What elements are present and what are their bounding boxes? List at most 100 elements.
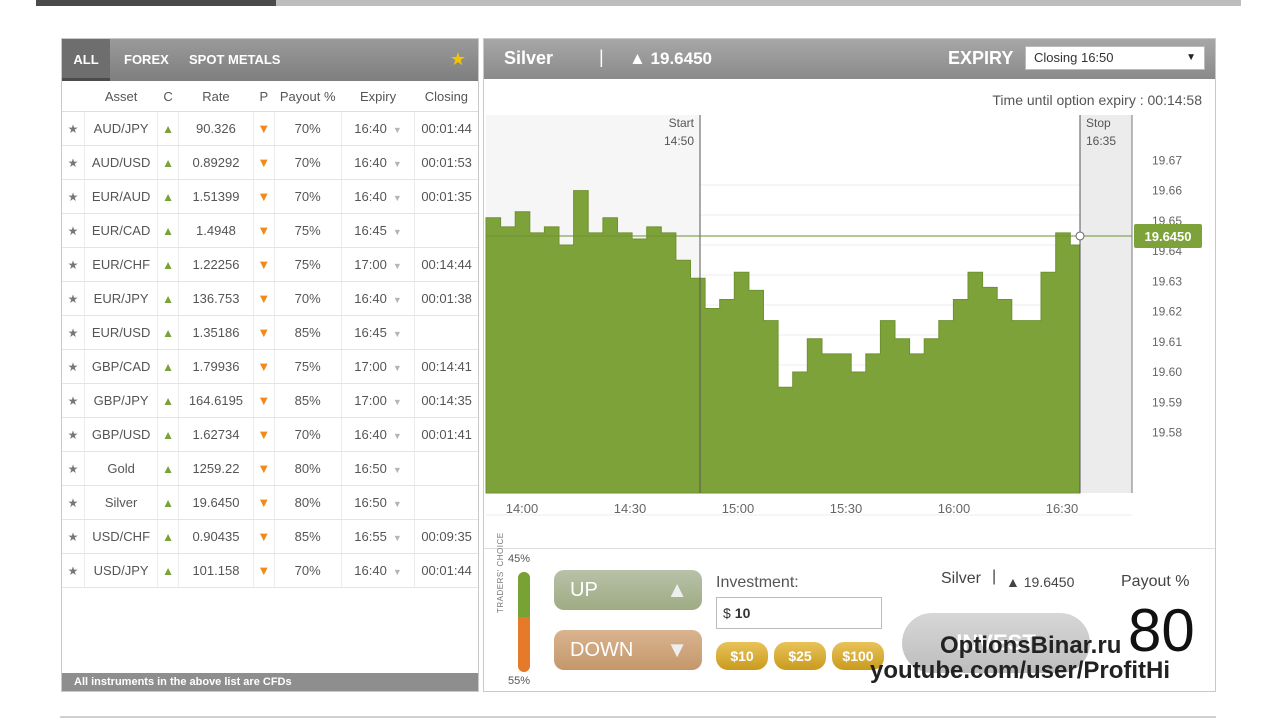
table-row[interactable]: ★ GBP/CAD ▲ 1.79936 ▼ 75% 17:00 ▼ 00:14:41 <box>62 349 478 384</box>
row-rate: 1.51399 <box>178 179 255 214</box>
row-expiry-select[interactable]: 16:40 ▼ <box>341 179 416 214</box>
down-button[interactable]: DOWN ▼ <box>554 630 702 670</box>
row-call-button[interactable]: ▲ <box>157 111 179 146</box>
table-row[interactable]: ★ GBP/USD ▲ 1.62734 ▼ 70% 16:40 ▼ 00:01:41 <box>62 417 478 452</box>
row-expiry-select[interactable]: 16:50 ▼ <box>341 451 416 486</box>
row-call-button[interactable]: ▲ <box>157 451 179 486</box>
triangle-up-icon: ▲ <box>162 462 174 476</box>
row-put-button[interactable]: ▼ <box>253 383 275 418</box>
chevron-down-icon: ▼ <box>392 125 402 135</box>
row-put-button[interactable]: ▼ <box>253 179 275 214</box>
row-expiry-select[interactable]: 16:45 ▼ <box>341 315 416 350</box>
table-row[interactable]: ★ USD/JPY ▲ 101.158 ▼ 70% 16:40 ▼ 00:01:44 <box>62 553 478 588</box>
row-payout: 70% <box>274 553 342 588</box>
row-put-button[interactable]: ▼ <box>253 451 275 486</box>
row-favorite-star-icon[interactable]: ★ <box>62 213 85 248</box>
favorites-star-icon[interactable]: ★ <box>450 49 466 70</box>
table-row[interactable]: ★ GBP/JPY ▲ 164.6195 ▼ 85% 17:00 ▼ 00:14:35 <box>62 383 478 418</box>
investment-input[interactable]: $10 <box>716 597 882 629</box>
row-expiry-select[interactable]: 17:00 ▼ <box>341 349 416 384</box>
row-call-button[interactable]: ▲ <box>157 485 179 520</box>
table-row[interactable]: ★ EUR/USD ▲ 1.35186 ▼ 85% 16:45 ▼ <box>62 315 478 350</box>
row-put-button[interactable]: ▼ <box>253 247 275 282</box>
row-put-button[interactable]: ▼ <box>253 315 275 350</box>
table-row[interactable]: ★ Gold ▲ 1259.22 ▼ 80% 16:50 ▼ <box>62 451 478 486</box>
row-call-button[interactable]: ▲ <box>157 281 179 316</box>
row-payout: 85% <box>274 315 342 350</box>
row-favorite-star-icon[interactable]: ★ <box>62 281 85 316</box>
row-expiry-select[interactable]: 16:50 ▼ <box>341 485 416 520</box>
price-chart[interactable]: Start 14:50 Stop 16:35 19.6719.6619.6519… <box>484 115 1215 555</box>
row-favorite-star-icon[interactable]: ★ <box>62 485 85 520</box>
quick-amount-10-button[interactable]: $10 <box>716 642 768 670</box>
row-expiry-select[interactable]: 16:40 ▼ <box>341 281 416 316</box>
row-call-button[interactable]: ▲ <box>157 213 179 248</box>
row-call-button[interactable]: ▲ <box>157 247 179 282</box>
table-row[interactable]: ★ EUR/CHF ▲ 1.22256 ▼ 75% 17:00 ▼ 00:14:44 <box>62 247 478 282</box>
table-row[interactable]: ★ AUD/USD ▲ 0.89292 ▼ 70% 16:40 ▼ 00:01:53 <box>62 145 478 180</box>
row-expiry-select[interactable]: 16:40 ▼ <box>341 553 416 588</box>
row-favorite-star-icon[interactable]: ★ <box>62 111 85 146</box>
expiry-select[interactable]: Closing 16:50 ▼ <box>1025 46 1205 70</box>
row-put-button[interactable]: ▼ <box>253 349 275 384</box>
row-favorite-star-icon[interactable]: ★ <box>62 315 85 350</box>
row-put-button[interactable]: ▼ <box>253 281 275 316</box>
asset-list-panel: ALL FOREX SPOT METALS ★ Asset C Rate P P… <box>61 38 479 692</box>
row-expiry-select[interactable]: 17:00 ▼ <box>341 247 416 282</box>
row-favorite-star-icon[interactable]: ★ <box>62 451 85 486</box>
row-favorite-star-icon[interactable]: ★ <box>62 349 85 384</box>
table-row[interactable]: ★ Silver ▲ 19.6450 ▼ 80% 16:50 ▼ <box>62 485 478 520</box>
row-call-button[interactable]: ▲ <box>157 145 179 180</box>
quick-amount-25-button[interactable]: $25 <box>774 642 826 670</box>
table-row[interactable]: ★ EUR/AUD ▲ 1.51399 ▼ 70% 16:40 ▼ 00:01:35 <box>62 179 478 214</box>
y-tick-label: 19.59 <box>1152 395 1182 409</box>
row-expiry-select[interactable]: 16:40 ▼ <box>341 145 416 180</box>
row-call-button[interactable]: ▲ <box>157 315 179 350</box>
row-expiry-select[interactable]: 16:45 ▼ <box>341 213 416 248</box>
row-favorite-star-icon[interactable]: ★ <box>62 553 85 588</box>
row-call-button[interactable]: ▲ <box>157 383 179 418</box>
row-asset: GBP/JPY <box>84 383 159 418</box>
table-row[interactable]: ★ EUR/CAD ▲ 1.4948 ▼ 75% 16:45 ▼ <box>62 213 478 248</box>
traders-choice-down-percent: 55% <box>508 675 531 687</box>
table-row[interactable]: ★ AUD/JPY ▲ 90.326 ▼ 70% 16:40 ▼ 00:01:44 <box>62 111 478 146</box>
row-asset: EUR/JPY <box>84 281 159 316</box>
row-favorite-star-icon[interactable]: ★ <box>62 417 85 452</box>
row-favorite-star-icon[interactable]: ★ <box>62 383 85 418</box>
row-put-button[interactable]: ▼ <box>253 553 275 588</box>
row-favorite-star-icon[interactable]: ★ <box>62 179 85 214</box>
row-call-button[interactable]: ▲ <box>157 349 179 384</box>
row-put-button[interactable]: ▼ <box>253 145 275 180</box>
row-call-button[interactable]: ▲ <box>157 417 179 452</box>
row-favorite-star-icon[interactable]: ★ <box>62 145 85 180</box>
row-put-button[interactable]: ▼ <box>253 485 275 520</box>
row-call-button[interactable]: ▲ <box>157 553 179 588</box>
row-payout: 85% <box>274 383 342 418</box>
expiry-timer: Time until option expiry : 00:14:58 <box>992 92 1202 108</box>
tab-spot-metals[interactable]: SPOT METALS <box>189 39 280 81</box>
row-expiry-value: 16:40 <box>354 189 387 204</box>
row-closing: 00:01:44 <box>414 553 478 588</box>
tab-all[interactable]: ALL <box>62 39 110 81</box>
row-put-button[interactable]: ▼ <box>253 213 275 248</box>
row-favorite-star-icon[interactable]: ★ <box>62 247 85 282</box>
row-call-button[interactable]: ▲ <box>157 179 179 214</box>
row-call-button[interactable]: ▲ <box>157 519 179 554</box>
row-favorite-star-icon[interactable]: ★ <box>62 519 85 554</box>
row-put-button[interactable]: ▼ <box>253 111 275 146</box>
table-row[interactable]: ★ USD/CHF ▲ 0.90435 ▼ 85% 16:55 ▼ 00:09:35 <box>62 519 478 554</box>
row-expiry-select[interactable]: 16:40 ▼ <box>341 111 416 146</box>
tab-forex[interactable]: FOREX <box>124 39 169 81</box>
row-put-button[interactable]: ▼ <box>253 417 275 452</box>
row-put-button[interactable]: ▼ <box>253 519 275 554</box>
row-closing: 00:01:38 <box>414 281 478 316</box>
row-rate: 136.753 <box>178 281 255 316</box>
table-row[interactable]: ★ EUR/JPY ▲ 136.753 ▼ 70% 16:40 ▼ 00:01:38 <box>62 281 478 316</box>
triangle-down-icon: ▼ <box>257 359 271 374</box>
expiry-label: EXPIRY <box>948 48 1014 68</box>
row-expiry-select[interactable]: 16:55 ▼ <box>341 519 416 554</box>
row-expiry-select[interactable]: 17:00 ▼ <box>341 383 416 418</box>
row-expiry-select[interactable]: 16:40 ▼ <box>341 417 416 452</box>
up-button[interactable]: UP ▲ <box>554 570 702 610</box>
row-payout: 70% <box>274 145 342 180</box>
